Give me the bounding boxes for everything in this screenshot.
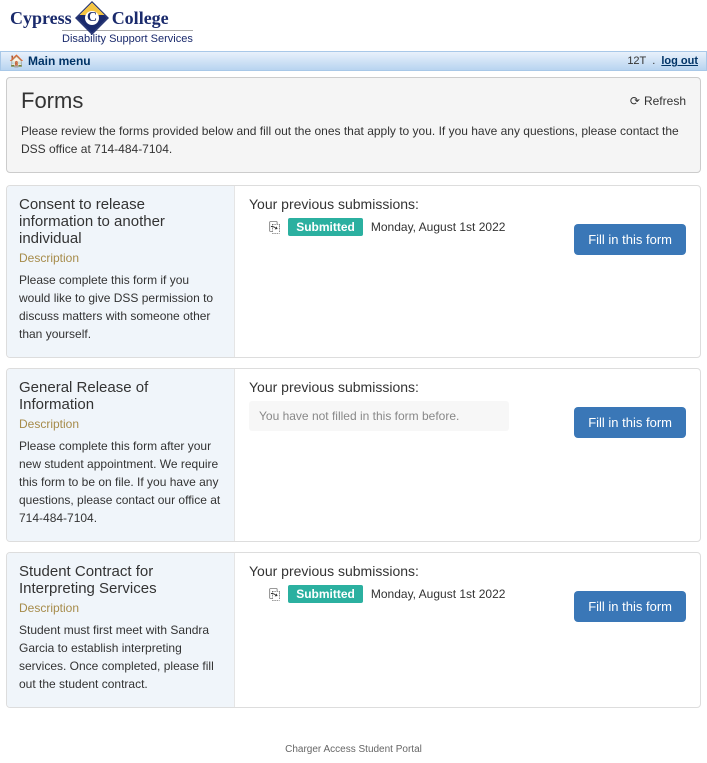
brand-name-right: College xyxy=(112,8,169,29)
form-description: Please complete this form if you would l… xyxy=(19,271,222,343)
brand-subtitle: Disability Support Services xyxy=(62,30,193,45)
refresh-button[interactable]: ⟳ Refresh xyxy=(630,94,686,108)
footer-text: Charger Access Student Portal xyxy=(0,724,707,763)
top-nav: 🏠 Main menu 12T . log out xyxy=(0,51,707,71)
form-title: Student Contract for Interpreting Servic… xyxy=(19,563,222,597)
main-menu-link[interactable]: Main menu xyxy=(28,54,91,68)
fill-form-button[interactable]: Fill in this form xyxy=(574,224,686,255)
submission-date: Monday, August 1st 2022 xyxy=(371,220,506,234)
intro-text: Please review the forms provided below a… xyxy=(21,122,686,158)
previous-submissions-label: Your previous submissions: xyxy=(249,563,686,579)
no-submissions-message: You have not filled in this form before. xyxy=(249,401,509,431)
logout-link[interactable]: log out xyxy=(661,55,698,67)
description-label: Description xyxy=(19,417,222,431)
brand-name-left: Cypress xyxy=(10,8,72,29)
refresh-icon: ⟳ xyxy=(630,94,640,108)
refresh-label: Refresh xyxy=(644,94,686,108)
previous-submissions-label: Your previous submissions: xyxy=(249,196,686,212)
description-label: Description xyxy=(19,251,222,265)
form-card: Student Contract for Interpreting Servic… xyxy=(6,552,701,708)
page-title: Forms xyxy=(21,88,83,114)
description-label: Description xyxy=(19,601,222,615)
document-icon: ⎘ xyxy=(269,219,280,236)
status-badge: Submitted xyxy=(288,218,363,236)
home-icon[interactable]: 🏠 xyxy=(9,54,24,68)
fill-form-button[interactable]: Fill in this form xyxy=(574,407,686,438)
form-description: Student must first meet with Sandra Garc… xyxy=(19,621,222,693)
branding-header: Cypress C College Disability Support Ser… xyxy=(0,0,707,47)
form-card: General Release of Information Descripti… xyxy=(6,368,701,542)
fill-form-button[interactable]: Fill in this form xyxy=(574,591,686,622)
page-header-panel: Forms ⟳ Refresh Please review the forms … xyxy=(6,77,701,173)
form-card: Consent to release information to anothe… xyxy=(6,185,701,358)
status-badge: Submitted xyxy=(288,585,363,603)
form-title: General Release of Information xyxy=(19,379,222,413)
document-icon: ⎘ xyxy=(269,586,280,603)
previous-submissions-label: Your previous submissions: xyxy=(249,379,686,395)
form-title: Consent to release information to anothe… xyxy=(19,196,222,247)
user-id-label: 12T xyxy=(627,55,646,67)
form-description: Please complete this form after your new… xyxy=(19,437,222,527)
submission-date: Monday, August 1st 2022 xyxy=(371,587,506,601)
